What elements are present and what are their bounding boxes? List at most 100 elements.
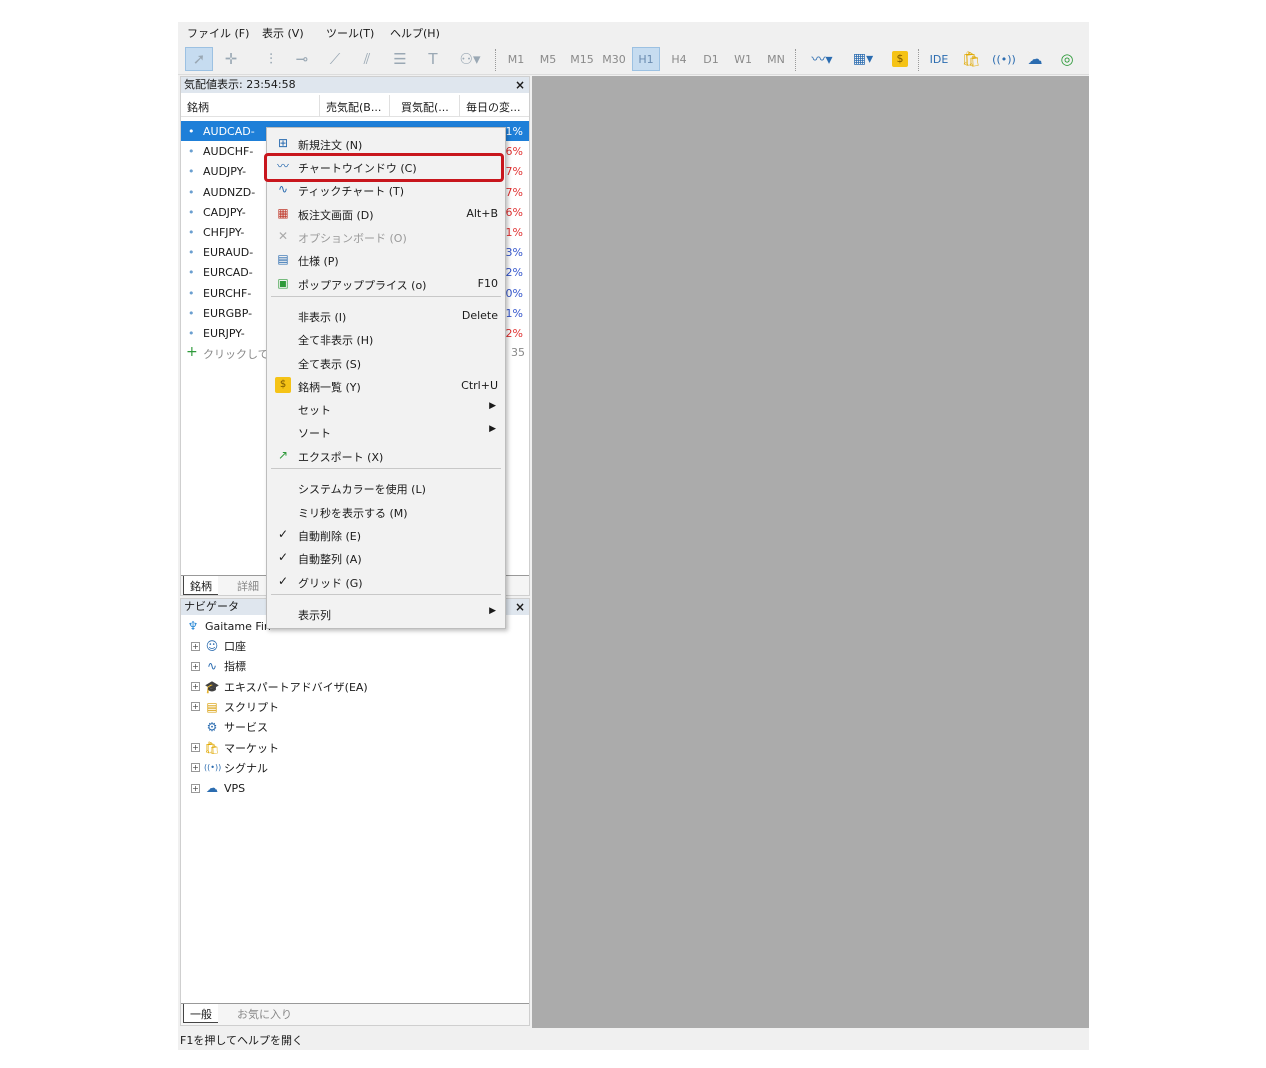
context-menu-item[interactable]: ✓ 自動削除 (E) — [267, 523, 505, 545]
column-daily-change[interactable]: 毎日の変... — [466, 99, 521, 115]
navigator-item-label: サービス — [224, 721, 268, 735]
market-watch-header: 銘柄 売気配(B... 買気配(... 毎日の変... — [181, 95, 529, 117]
navigator-item[interactable]: ⚙ サービス — [191, 718, 268, 736]
navigator-item-label: エキスパートアドバイザ(EA) — [224, 680, 368, 694]
context-menu-item[interactable]: ✓ 自動整列 (A) — [267, 546, 505, 568]
timeframe-m30[interactable]: M30 — [600, 47, 628, 71]
navigator-item-label: 口座 — [224, 640, 246, 653]
checkmark-icon: ✓ — [277, 574, 289, 588]
menu-item-label: 表示列 — [298, 609, 331, 622]
context-menu-item[interactable]: ソート ▶ — [267, 420, 505, 442]
plus-icon: + — [186, 344, 198, 360]
context-menu-item[interactable]: $ 銘柄一覧 (Y) Ctrl+U — [267, 374, 505, 396]
shortcut-label: F10 — [477, 277, 498, 290]
timeframe-d1[interactable]: D1 — [699, 47, 723, 71]
shapes-dropdown-button[interactable]: ⚇▾ — [452, 47, 488, 71]
context-menu-item[interactable]: 全て非表示 (H) — [267, 327, 505, 349]
fibonacci-button[interactable]: ☰ — [388, 47, 412, 71]
menu-file[interactable]: ファイル (F) — [187, 25, 249, 41]
market-button[interactable]: 🛍 — [960, 47, 982, 71]
context-menu-item[interactable]: ⊞ 新規注文 (N) — [267, 132, 505, 154]
new-order-icon: ⊞ — [277, 136, 289, 150]
cursor-tool-button[interactable]: ➚ — [185, 47, 213, 71]
expand-icon[interactable]: + — [191, 763, 200, 773]
column-bid[interactable]: 売気配(B... — [326, 99, 381, 115]
navigator-item[interactable]: + ((•)) シグナル — [191, 759, 268, 777]
expand-icon[interactable]: + — [191, 661, 200, 671]
menu-view[interactable]: 表示 (V) — [262, 25, 304, 41]
context-menu-item[interactable]: ミリ秒を表示する (M) — [267, 500, 505, 522]
tab-favorites[interactable]: お気に入り — [231, 1004, 298, 1023]
context-menu-item[interactable]: 全て表示 (S) — [267, 351, 505, 373]
chart-area[interactable] — [532, 76, 1089, 1028]
template-icon: ▦▾ — [852, 51, 874, 67]
timeframe-m15[interactable]: M15 — [568, 47, 596, 71]
tab-symbols[interactable]: 銘柄 — [183, 576, 218, 595]
navigator-item[interactable]: + 🎓 エキスパートアドバイザ(EA) — [191, 678, 368, 696]
trendline-button[interactable]: ⟋ — [324, 47, 346, 71]
context-menu-item[interactable]: ▦ 板注文画面 (D) Alt+B — [267, 202, 505, 224]
navigator-item[interactable]: + 🛍 マーケット — [191, 739, 279, 757]
context-menu-item[interactable]: システムカラーを使用 (L) — [267, 476, 505, 498]
menu-item-label: 新規注文 (N) — [298, 139, 363, 152]
timeframe-h4[interactable]: H4 — [667, 47, 691, 71]
expand-icon[interactable]: + — [191, 702, 200, 712]
tab-details[interactable]: 詳細 — [231, 576, 265, 595]
submenu-arrow-icon: ▶ — [489, 401, 496, 411]
signals-button[interactable]: ((•)) — [992, 47, 1016, 71]
navigator-item[interactable]: + ∿ 指標 — [191, 657, 246, 675]
community-button[interactable]: ◎ — [1056, 47, 1078, 71]
market-watch-titlebar: 気配値表示: 23:54:58 × — [181, 77, 529, 93]
timeframe-m5[interactable]: M5 — [536, 47, 560, 71]
menu-tools[interactable]: ツール(T) — [326, 25, 374, 41]
horizontal-line-button[interactable]: ⊸ — [290, 47, 314, 71]
context-menu-item[interactable]: ▣ ポップアッププライス (o) F10 — [267, 272, 505, 294]
context-menu: ⊞ 新規注文 (N) 〰チャートウインドウ (C) ∿ ティックチャート (T) ▦ 板注文… — [266, 127, 506, 629]
timeframe-mn[interactable]: MN — [763, 47, 789, 71]
symbols-button[interactable]: $ — [890, 47, 910, 71]
cursor-icon: ➚ — [192, 50, 206, 68]
navigator-item[interactable]: + ▤ スクリプト — [191, 698, 279, 716]
vps-button[interactable]: ☁ — [1024, 47, 1046, 71]
timeframe-w1[interactable]: W1 — [731, 47, 755, 71]
navigator-item[interactable]: + ☺ 口座 — [191, 637, 246, 655]
context-menu-item[interactable]: 非表示 (I) Delete — [267, 304, 505, 326]
expand-icon[interactable]: + — [191, 743, 200, 752]
context-menu-item[interactable]: 表示列 ▶ — [267, 602, 505, 624]
vertical-line-button[interactable]: ⫶ — [260, 47, 282, 71]
line-chart-icon: 〰▾ — [811, 52, 833, 68]
templates-dropdown[interactable]: ▦▾ — [844, 47, 882, 71]
navigator-root[interactable]: ♆ Gaitame Fin — [185, 617, 271, 635]
indicators-icon: ∿ — [206, 659, 218, 674]
ide-button[interactable]: IDE — [926, 47, 952, 71]
expand-icon[interactable]: + — [191, 682, 200, 692]
context-menu-item[interactable]: ▤ 仕様 (P) — [267, 248, 505, 270]
timeframe-m1[interactable]: M1 — [504, 47, 528, 71]
timeframe-h1[interactable]: H1 — [632, 47, 660, 71]
navigator-item[interactable]: + ☁ VPS — [191, 779, 245, 797]
chart-type-dropdown[interactable]: 〰▾ — [804, 47, 840, 71]
context-menu-item[interactable]: ✓ グリッド (G) — [267, 570, 505, 592]
expand-icon[interactable]: + — [191, 641, 200, 651]
menu-help[interactable]: ヘルプ(H) — [390, 25, 440, 41]
text-tool-button[interactable]: T — [422, 47, 444, 71]
bullet-icon: • — [188, 246, 195, 260]
bullet-icon: • — [188, 165, 195, 179]
column-ask[interactable]: 買気配(... — [401, 99, 449, 115]
close-icon[interactable]: × — [515, 599, 525, 615]
column-symbol[interactable]: 銘柄 — [187, 99, 209, 115]
toolbar-separator — [495, 49, 496, 71]
menu-item-label: 自動整列 (A) — [298, 553, 362, 566]
context-menu-item[interactable]: セット ▶ — [267, 397, 505, 419]
close-icon[interactable]: × — [515, 77, 525, 93]
tab-general[interactable]: 一般 — [183, 1004, 218, 1023]
crosshair-tool-button[interactable]: ✛ — [220, 47, 242, 71]
channel-button[interactable]: ⫽ — [356, 47, 378, 71]
context-menu-item[interactable]: ↗ エクスポート (X) — [267, 444, 505, 466]
menu-bar: ファイル (F) 表示 (V) ツール(T) ヘルプ(H) — [178, 22, 1089, 42]
highlight-annotation — [264, 153, 504, 182]
expand-icon[interactable]: + — [191, 783, 200, 793]
cloud-icon: ☁ — [1027, 50, 1043, 68]
bullet-icon: • — [188, 205, 195, 219]
crosshair-icon: ✛ — [224, 50, 238, 68]
